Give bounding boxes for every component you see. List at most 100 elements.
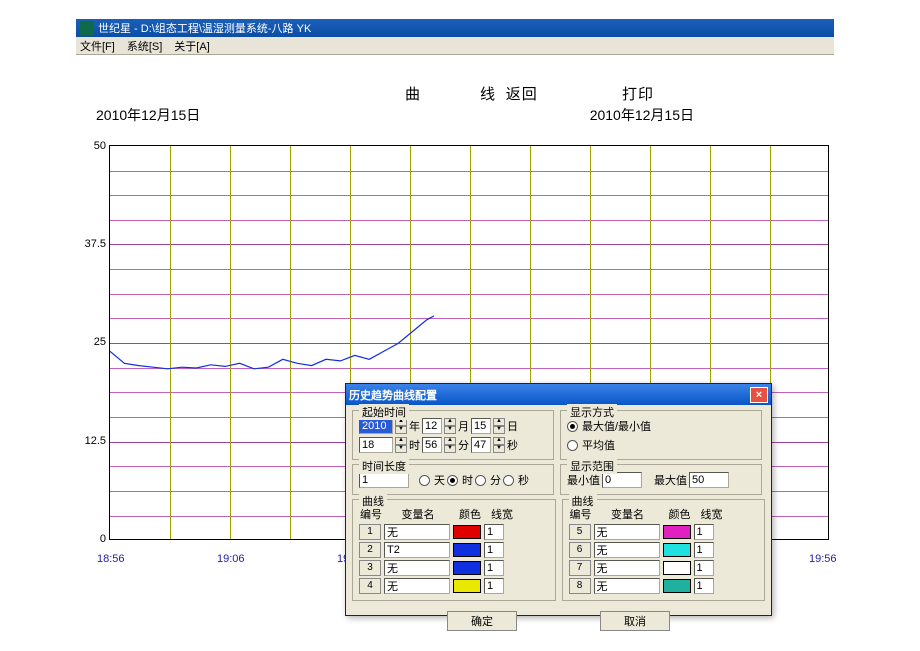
menubar: 文件[F] 系统[S] 关于[A] <box>76 37 834 55</box>
hour-spinner[interactable]: ▲▼ <box>395 437 407 453</box>
unit-day-radio[interactable] <box>419 475 430 486</box>
curve-width-input[interactable] <box>694 542 714 558</box>
curve-color-swatch[interactable] <box>663 543 691 557</box>
close-icon[interactable]: × <box>750 387 768 403</box>
dialog-body: 起始时间 ▲▼ 年 ▲▼ 月 ▲▼ 日 ▲▼ 时 ▲▼ <box>346 405 771 636</box>
curve-id-button[interactable]: 2 <box>359 542 381 558</box>
curves-header-r: 编号 变量名 颜色 线宽 <box>569 506 759 522</box>
unit-min-label: 分 <box>490 472 501 488</box>
curve-color-swatch[interactable] <box>663 561 691 575</box>
curve-width-input[interactable] <box>484 542 504 558</box>
curve-row: 2 <box>359 542 549 558</box>
curve-id-button[interactable]: 5 <box>569 524 591 540</box>
year-input[interactable] <box>359 418 393 434</box>
y-tick: 50 <box>76 140 106 152</box>
menu-file[interactable]: 文件[F] <box>80 38 115 54</box>
curve-var-input[interactable] <box>594 578 660 594</box>
display-range-group: 显示范围 最小值 最大值 <box>560 464 762 495</box>
min-input[interactable] <box>422 437 442 453</box>
year-spinner[interactable]: ▲▼ <box>395 418 407 434</box>
col-var: 变量名 <box>593 506 663 522</box>
sec-label: 秒 <box>507 437 518 453</box>
curve-width-input[interactable] <box>694 560 714 576</box>
curve-width-input[interactable] <box>484 524 504 540</box>
col-color: 颜色 <box>663 506 697 522</box>
x-tick: 19:06 <box>217 553 245 565</box>
day-spinner[interactable]: ▲▼ <box>493 418 505 434</box>
curve-row: 7 <box>569 560 759 576</box>
curve-width-input[interactable] <box>694 578 714 594</box>
month-input[interactable] <box>422 418 442 434</box>
menu-system[interactable]: 系统[S] <box>127 38 162 54</box>
year-label: 年 <box>409 418 420 434</box>
ok-button[interactable]: 确定 <box>447 611 517 631</box>
curve-color-swatch[interactable] <box>453 525 481 539</box>
curve-width-input[interactable] <box>484 578 504 594</box>
curve-width-input[interactable] <box>484 560 504 576</box>
curve-var-input[interactable] <box>384 524 450 540</box>
day-input[interactable] <box>471 418 491 434</box>
cancel-button[interactable]: 取消 <box>600 611 670 631</box>
x-tick: 19:56 <box>809 553 837 565</box>
curve-var-input[interactable] <box>594 524 660 540</box>
curve-row: 8 <box>569 578 759 594</box>
hour-input[interactable] <box>359 437 393 453</box>
curve-var-input[interactable] <box>384 578 450 594</box>
curve-var-input[interactable] <box>594 560 660 576</box>
max-label: 最大值 <box>654 472 687 488</box>
curve-id-button[interactable]: 8 <box>569 578 591 594</box>
curves-legend: 曲线 <box>359 493 387 509</box>
curve-row: 4 <box>359 578 549 594</box>
min-input[interactable] <box>602 472 642 488</box>
length-input[interactable] <box>359 472 409 488</box>
curve-row: 6 <box>569 542 759 558</box>
maxmin-radio[interactable] <box>567 421 578 432</box>
x-tick: 18:56 <box>97 553 125 565</box>
max-input[interactable] <box>689 472 729 488</box>
curve-id-button[interactable]: 1 <box>359 524 381 540</box>
curve-color-swatch[interactable] <box>453 543 481 557</box>
curve-row: 3 <box>359 560 549 576</box>
curves-right-group: 曲线 编号 变量名 颜色 线宽 5678 <box>562 499 766 601</box>
min-label: 分 <box>458 437 469 453</box>
curve-var-input[interactable] <box>594 542 660 558</box>
start-time-legend: 起始时间 <box>359 404 409 420</box>
month-label: 月 <box>458 418 469 434</box>
curve-color-swatch[interactable] <box>663 579 691 593</box>
curve-var-input[interactable] <box>384 560 450 576</box>
time-length-legend: 时间长度 <box>359 458 409 474</box>
curves-left-group: 曲线 编号 变量名 颜色 线宽 1234 <box>352 499 556 601</box>
header-buttons: 返回 打印 <box>426 83 654 104</box>
titlebar: 世纪星 - D:\组态工程\温湿测量系统-八路 YK <box>76 19 834 37</box>
month-spinner[interactable]: ▲▼ <box>444 418 456 434</box>
unit-min-radio[interactable] <box>475 475 486 486</box>
menu-about[interactable]: 关于[A] <box>174 38 209 54</box>
curve-color-swatch[interactable] <box>663 525 691 539</box>
curve-var-input[interactable] <box>384 542 450 558</box>
print-button[interactable]: 打印 <box>622 83 654 104</box>
sec-spinner[interactable]: ▲▼ <box>493 437 505 453</box>
unit-sec-radio[interactable] <box>503 475 514 486</box>
unit-sec-label: 秒 <box>518 472 529 488</box>
unit-hour-radio[interactable] <box>447 475 458 486</box>
curve-color-swatch[interactable] <box>453 579 481 593</box>
curve-id-button[interactable]: 4 <box>359 578 381 594</box>
start-time-group: 起始时间 ▲▼ 年 ▲▼ 月 ▲▼ 日 ▲▼ 时 ▲▼ <box>352 410 554 460</box>
hour-label: 时 <box>409 437 420 453</box>
curve-row: 1 <box>359 524 549 540</box>
curve-color-swatch[interactable] <box>453 561 481 575</box>
display-mode-group: 显示方式 最大值/最小值 平均值 <box>560 410 762 460</box>
avg-radio[interactable] <box>567 440 578 451</box>
back-button[interactable]: 返回 <box>506 83 538 104</box>
col-var: 变量名 <box>383 506 453 522</box>
y-axis: 50 37.5 25 12.5 0 <box>76 145 106 540</box>
curve-id-button[interactable]: 3 <box>359 560 381 576</box>
curve-id-button[interactable]: 6 <box>569 542 591 558</box>
display-mode-legend: 显示方式 <box>567 404 617 420</box>
min-spinner[interactable]: ▲▼ <box>444 437 456 453</box>
y-tick: 0 <box>76 533 106 545</box>
curve-width-input[interactable] <box>694 524 714 540</box>
sec-input[interactable] <box>471 437 491 453</box>
curve-id-button[interactable]: 7 <box>569 560 591 576</box>
dialog-title: 历史趋势曲线配置 <box>349 387 437 403</box>
